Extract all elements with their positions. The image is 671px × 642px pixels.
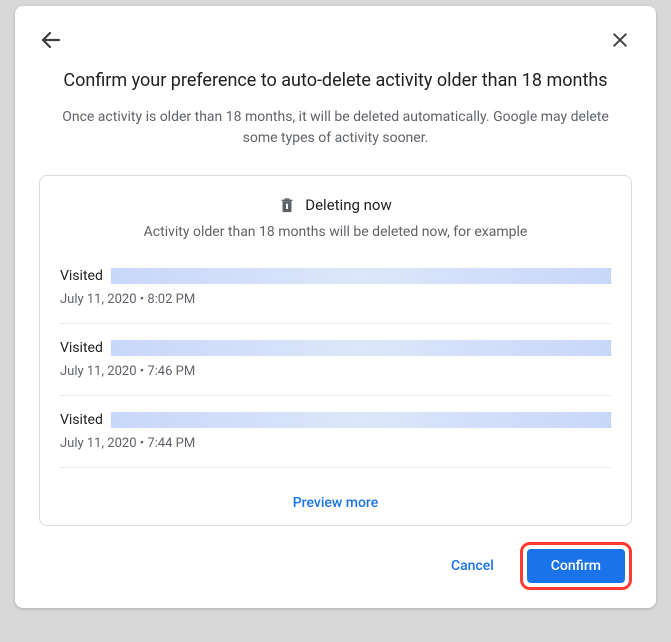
trash-icon	[279, 196, 295, 214]
back-button[interactable]	[39, 28, 63, 52]
redacted-content	[111, 412, 611, 428]
activity-timestamp: July 11, 2020 • 8:02 PM	[60, 292, 611, 307]
activity-line: Visited	[60, 268, 611, 284]
dialog-subtitle: Once activity is older than 18 months, i…	[39, 107, 632, 149]
preview-more-link[interactable]: Preview more	[293, 495, 379, 511]
close-button[interactable]	[608, 28, 632, 52]
dialog-actions: Cancel Confirm	[39, 542, 632, 590]
activity-line: Visited	[60, 340, 611, 356]
activity-action: Visited	[60, 340, 103, 356]
activity-timestamp: July 11, 2020 • 7:44 PM	[60, 436, 611, 451]
activity-line: Visited	[60, 412, 611, 428]
card-subtitle: Activity older than 18 months will be de…	[60, 224, 611, 240]
preview-more-row: Preview more	[60, 484, 611, 515]
confirm-highlight: Confirm	[520, 542, 632, 590]
redacted-content	[111, 340, 611, 356]
deleting-card: Deleting now Activity older than 18 mont…	[39, 175, 632, 526]
activity-action: Visited	[60, 412, 103, 428]
confirm-button[interactable]: Confirm	[527, 549, 625, 583]
cancel-button[interactable]: Cancel	[433, 550, 512, 582]
activity-item: Visited July 11, 2020 • 7:44 PM	[60, 412, 611, 468]
arrow-back-icon	[39, 28, 63, 52]
activity-action: Visited	[60, 268, 103, 284]
deleting-now-heading: Deleting now	[279, 196, 392, 214]
activity-timestamp: July 11, 2020 • 7:46 PM	[60, 364, 611, 379]
redacted-content	[111, 268, 611, 284]
deleting-now-label: Deleting now	[305, 196, 392, 214]
dialog-header	[39, 28, 632, 52]
activity-item: Visited July 11, 2020 • 7:46 PM	[60, 340, 611, 396]
activity-item: Visited July 11, 2020 • 8:02 PM	[60, 268, 611, 324]
dialog-title: Confirm your preference to auto-delete a…	[39, 70, 632, 91]
close-icon	[610, 30, 630, 50]
card-header: Deleting now Activity older than 18 mont…	[60, 196, 611, 240]
confirm-auto-delete-dialog: Confirm your preference to auto-delete a…	[15, 6, 656, 608]
